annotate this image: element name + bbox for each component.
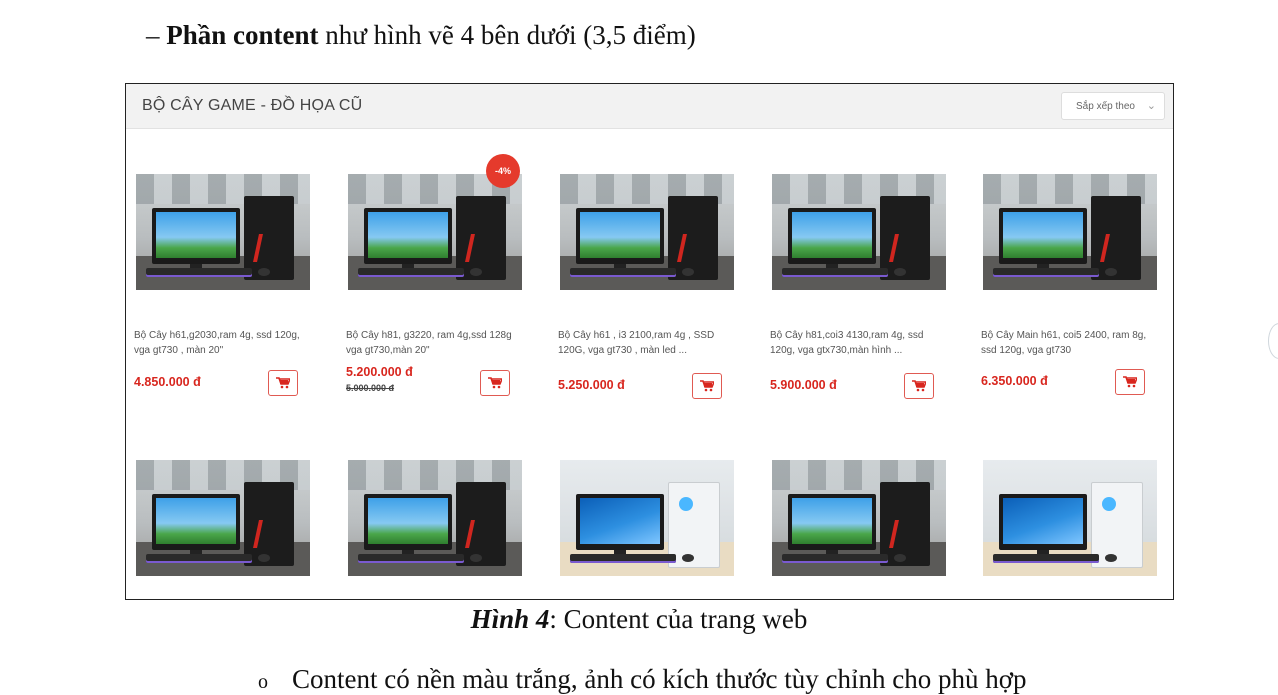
product-name[interactable]: Bộ Cây h61 , i3 2100,ram 4g , SSD 120G, … (558, 328, 736, 358)
product-image[interactable] (136, 460, 310, 576)
product-price: 5.900.000 đ (770, 378, 837, 392)
bullet-item: o Content có nền màu trắng, ảnh có kích t… (258, 664, 1027, 695)
figure-caption: Hình 4: Content của trang web (0, 604, 1278, 635)
sort-label: Sắp xếp theo (1076, 100, 1135, 112)
product-old-price: 5.000.000 đ (346, 383, 395, 393)
bullet-text: Content có nền màu trắng, ảnh có kích th… (292, 664, 1027, 694)
chevron-down-icon: ⌄ (1146, 100, 1156, 112)
shopping-cart-icon (276, 377, 290, 389)
bullet-symbol: o (258, 671, 268, 693)
sort-dropdown[interactable]: Sắp xếp theo ⌄ (1061, 92, 1165, 120)
product-price: 5.250.000 đ (558, 378, 625, 392)
category-header: BỘ CÂY GAME - ĐỒ HỌA CŨ Sắp xếp theo ⌄ (126, 84, 1173, 129)
product-name[interactable]: Bộ Cây h81,coi3 4130,ram 4g, ssd 120g, v… (770, 328, 948, 358)
product-name[interactable]: Bộ Cây h81, g3220, ram 4g,ssd 128g vga g… (346, 328, 524, 358)
product-price: 4.850.000 đ (134, 375, 201, 389)
product-price: 6.350.000 đ (981, 374, 1048, 388)
product-image[interactable] (560, 460, 734, 576)
product-image[interactable] (772, 460, 946, 576)
add-to-cart-button[interactable] (268, 370, 298, 396)
heading-dash: – (146, 20, 167, 50)
product-price: 5.200.000 đ (346, 365, 413, 379)
product-image[interactable] (772, 174, 946, 290)
discount-badge: -4% (486, 154, 520, 188)
section-heading: – Phần content như hình vẽ 4 bên dưới (3… (146, 20, 696, 51)
caption-text: : Content của trang web (549, 604, 808, 634)
product-image[interactable] (560, 174, 734, 290)
shopping-cart-icon (700, 380, 714, 392)
product-name[interactable]: Bộ Cây Main h61, coi5 2400, ram 8g, ssd … (981, 328, 1159, 358)
figure-content-screenshot: BỘ CÂY GAME - ĐỒ HỌA CŨ Sắp xếp theo ⌄ B… (125, 83, 1174, 600)
caption-label: Hình 4 (470, 604, 550, 634)
scroll-handle[interactable] (1268, 323, 1278, 359)
shopping-cart-icon (488, 377, 502, 389)
product-image[interactable] (983, 174, 1157, 290)
add-to-cart-button[interactable] (1115, 369, 1145, 395)
add-to-cart-button[interactable] (692, 373, 722, 399)
heading-bold: Phần content (166, 20, 319, 50)
product-name[interactable]: Bộ Cây h61,g2030,ram 4g, ssd 120g, vga g… (134, 328, 312, 358)
product-image[interactable] (348, 460, 522, 576)
shopping-cart-icon (912, 380, 926, 392)
heading-rest: như hình vẽ 4 bên dưới (3,5 điểm) (318, 20, 696, 50)
shopping-cart-icon (1123, 376, 1137, 388)
category-title: BỘ CÂY GAME - ĐỒ HỌA CŨ (142, 97, 363, 114)
product-image[interactable] (348, 174, 522, 290)
product-image[interactable] (983, 460, 1157, 576)
add-to-cart-button[interactable] (904, 373, 934, 399)
add-to-cart-button[interactable] (480, 370, 510, 396)
product-image[interactable] (136, 174, 310, 290)
